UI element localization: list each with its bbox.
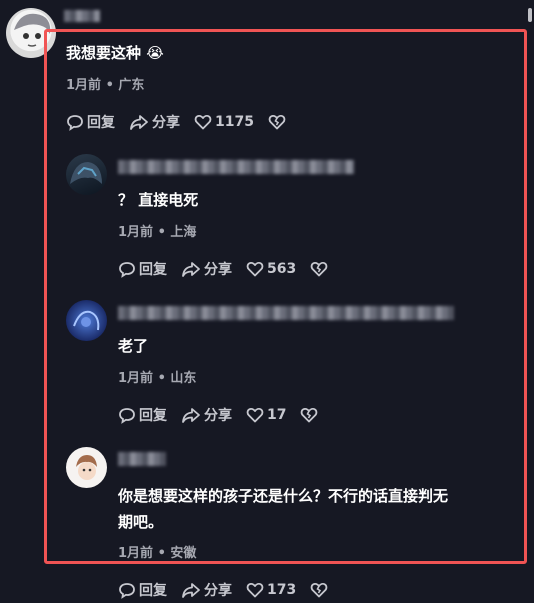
scrollbar[interactable] xyxy=(528,8,532,22)
share-button[interactable]: 分享 xyxy=(181,580,232,600)
broken-heart-icon xyxy=(310,582,328,598)
heart-icon xyxy=(246,582,264,598)
username-redacted[interactable] xyxy=(64,10,100,22)
reply-icon xyxy=(119,583,135,599)
reply-button[interactable]: 回复 xyxy=(118,580,167,600)
highlight-annotation-box xyxy=(44,29,527,564)
comment-actions: 回复 分享 173 xyxy=(118,580,345,600)
dislike-button[interactable] xyxy=(310,581,331,599)
share-label: 分享 xyxy=(204,583,232,599)
like-count: 173 xyxy=(267,582,297,598)
share-icon xyxy=(182,583,200,598)
reply-label: 回复 xyxy=(139,583,167,599)
like-button[interactable]: 173 xyxy=(246,581,296,599)
